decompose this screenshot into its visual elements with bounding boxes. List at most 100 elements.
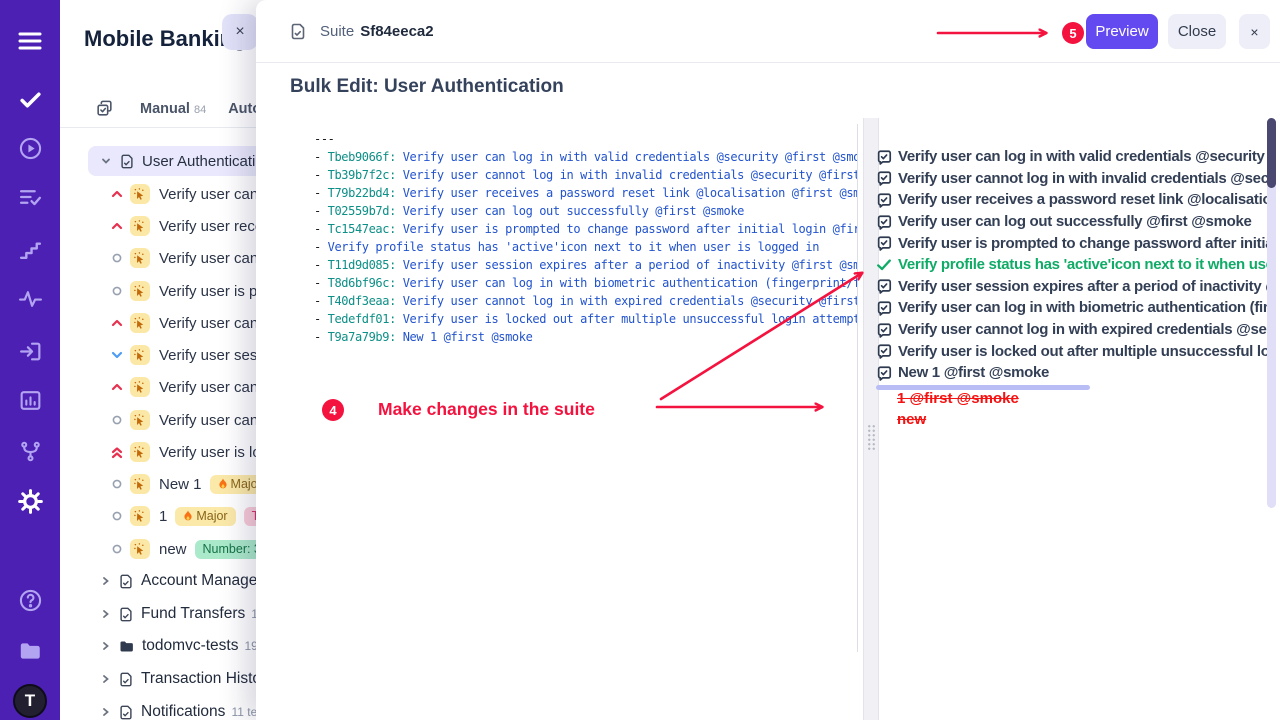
- test-id: T02559b7d:: [328, 204, 396, 218]
- test-row[interactable]: Verify user is locked out after multiple…: [60, 436, 256, 468]
- test-row[interactable]: Verify user receives a password reset li…: [60, 210, 256, 242]
- task-check-icon: [876, 365, 892, 381]
- activity-pulse-icon[interactable]: [0, 286, 60, 311]
- suite-label: User Authentication: [142, 153, 256, 170]
- steps-icon[interactable]: [0, 238, 60, 263]
- folder-row[interactable]: Account Management: [60, 565, 256, 597]
- preview-item-added: Verify profile status has 'active'icon n…: [876, 254, 1268, 276]
- test-label: Verify user can log in with biometric au…: [159, 379, 256, 396]
- test-id: T9a7a79b9:: [328, 330, 396, 344]
- test-id: T40df3eaa:: [328, 294, 396, 308]
- preview-button[interactable]: Preview: [1086, 14, 1158, 49]
- close-icon: ×: [1250, 24, 1258, 40]
- preview-item: Verify user cannot log in with expired c…: [876, 319, 1268, 341]
- folder-row[interactable]: Notifications 11 tests: [60, 696, 256, 720]
- test-row[interactable]: Verify user can log out successfully: [60, 307, 256, 339]
- close-button[interactable]: Close: [1168, 14, 1226, 49]
- folder-row[interactable]: todomvc-tests 19 tests: [60, 630, 256, 662]
- deleted-item: new: [897, 411, 926, 428]
- help-icon[interactable]: [0, 588, 60, 613]
- reports-chart-icon[interactable]: [0, 388, 60, 413]
- chevron-down-icon[interactable]: [100, 155, 112, 167]
- test-row[interactable]: New 1 Major: [60, 468, 256, 500]
- folder-row[interactable]: Transaction History: [60, 663, 256, 695]
- plans-list-check-icon[interactable]: [0, 185, 60, 210]
- flame-icon: [183, 510, 193, 522]
- drag-dots-icon: [867, 424, 876, 451]
- test-row[interactable]: Verify user session expires after a peri…: [60, 339, 256, 371]
- account-avatar[interactable]: T: [13, 684, 47, 718]
- preview-pane: Verify user can log in with valid creden…: [876, 146, 1268, 384]
- runs-play-icon[interactable]: [0, 136, 60, 161]
- test-label: Verify user is prompted to change passwo…: [159, 283, 256, 300]
- tab-manual[interactable]: Manual84: [140, 101, 206, 117]
- test-row[interactable]: Verify user cannot log in with expired c…: [60, 404, 256, 436]
- projects-folder-icon[interactable]: [0, 638, 60, 664]
- added-check-icon: [876, 257, 892, 273]
- chevron-right-icon[interactable]: [100, 640, 111, 652]
- menu-icon[interactable]: [0, 29, 60, 53]
- suite-doc-icon: [118, 671, 134, 688]
- yaml-editor[interactable]: --- - Tbeb9066f: Verify user can log in …: [314, 130, 857, 360]
- bulk-edit-modal: Suite Sf84eeca2 Preview Close × Bulk Edi…: [256, 0, 1280, 720]
- preview-item: Verify user can log out successfully @fi…: [876, 211, 1268, 233]
- preview-scrollbar-thumb[interactable]: [1267, 118, 1276, 188]
- manual-test-icon: [130, 410, 150, 430]
- folder-label: todomvc-tests: [142, 637, 238, 655]
- icon-sidebar: T: [0, 0, 60, 720]
- tab-auto[interactable]: Auto: [228, 101, 256, 117]
- manual-test-icon: [130, 248, 150, 268]
- preview-item: Verify user can log in with biometric au…: [876, 297, 1268, 319]
- test-label: Verify user cannot log in with invalid c…: [159, 250, 256, 267]
- test-row[interactable]: Verify user is prompted to change passwo…: [60, 275, 256, 307]
- editor-line: - T40df3eaa: Verify user cannot log in w…: [314, 292, 857, 310]
- test-id: T11d9d085:: [328, 258, 396, 272]
- settings-gear-icon[interactable]: [0, 489, 60, 514]
- chevron-right-icon[interactable]: [100, 673, 111, 685]
- test-id: Tc1547eac:: [328, 222, 396, 236]
- chevron-right-icon[interactable]: [100, 706, 111, 718]
- test-id: Tb39b7f2c:: [328, 168, 396, 182]
- test-row[interactable]: Verify user can log in with biometric au…: [60, 371, 256, 403]
- suite-doc-icon: [118, 573, 134, 590]
- branch-icon[interactable]: [0, 439, 60, 464]
- priority-normal-icon: [110, 478, 123, 490]
- import-signin-icon[interactable]: [0, 339, 60, 364]
- number-badge: Number: 3: [195, 540, 256, 559]
- folder-row[interactable]: Fund Transfers 12 tests: [60, 598, 256, 630]
- annotation-step-4: 4: [322, 399, 344, 421]
- editor-line: - Tedefdf01: Verify user is locked out a…: [314, 310, 857, 328]
- editor-line: - T79b22bd4: Verify user receives a pass…: [314, 184, 857, 202]
- preview-item: Verify user cannot log in with invalid c…: [876, 168, 1268, 190]
- editor-line: - Tc1547eac: Verify user is prompted to …: [314, 220, 857, 238]
- chevron-right-icon[interactable]: [100, 608, 111, 620]
- tree-suite-row[interactable]: User Authentication: [88, 146, 256, 176]
- drawer-close-button[interactable]: ×: [222, 14, 256, 50]
- task-check-icon: [876, 214, 892, 230]
- test-row[interactable]: Verify user can log in with valid creden…: [60, 178, 256, 210]
- preview-item: New 1 @first @smoke: [876, 362, 1268, 384]
- chevron-right-icon[interactable]: [100, 575, 111, 587]
- editor-line: - T9a7a79b9: New 1 @first @smoke: [314, 328, 857, 346]
- test-id: T79b22bd4:: [328, 186, 396, 200]
- preview-item: Verify user receives a password reset li…: [876, 189, 1268, 211]
- task-check-icon: [876, 300, 892, 316]
- tests-check-icon[interactable]: [0, 87, 60, 112]
- manual-test-icon: [130, 281, 150, 301]
- suite-doc-icon: [118, 606, 134, 623]
- modal-header: Suite Sf84eeca2 Preview Close ×: [256, 0, 1280, 63]
- modal-x-button[interactable]: ×: [1239, 14, 1270, 49]
- test-label: Verify user receives a password reset li…: [159, 218, 256, 235]
- task-check-icon: [876, 235, 892, 251]
- test-row[interactable]: Verify user cannot log in with invalid c…: [60, 242, 256, 274]
- test-label: 1: [159, 508, 167, 525]
- manual-test-icon: [130, 474, 150, 494]
- folder-count: 11 tests: [231, 705, 256, 719]
- test-row[interactable]: 1 Major To: [60, 500, 256, 532]
- folder-icon: [118, 638, 135, 655]
- test-label: Verify user can log out successfully: [159, 315, 256, 332]
- annotation-step-4-text: Make changes in the suite: [378, 399, 595, 420]
- priority-badge: Major: [210, 475, 256, 494]
- test-row[interactable]: new Number: 3: [60, 533, 256, 565]
- manual-test-icon: [130, 442, 150, 462]
